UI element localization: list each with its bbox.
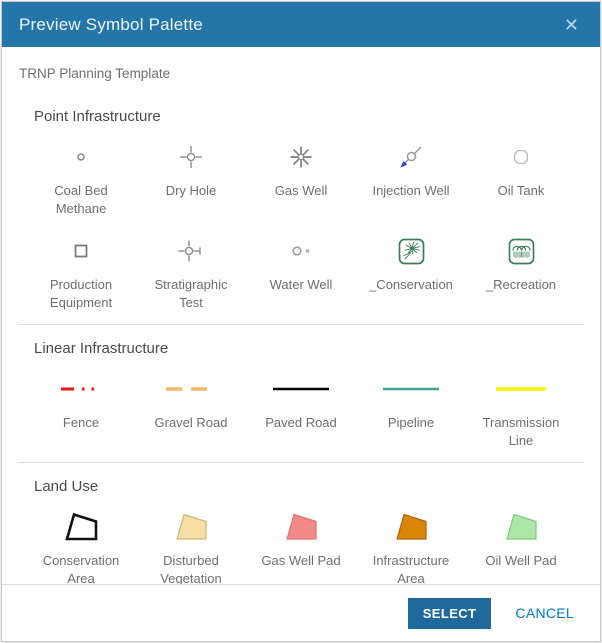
conservation-icon <box>398 231 425 271</box>
palette-item-label: Infrastructure Area <box>363 552 460 584</box>
palette-item-label: Production Equipment <box>33 276 130 311</box>
palette-item-paved-road-line: Paved Road <box>246 361 356 449</box>
palette-item-label: Oil Tank <box>498 182 545 200</box>
symbol-grid: Fence Gravel Road Paved Road Pipeline Transm… <box>26 361 576 449</box>
palette-item-pipeline-line: Pipeline <box>356 361 466 449</box>
palette-item-conservation: _Conservation <box>356 223 466 311</box>
palette-item-oil-tank: Oil Tank <box>466 129 576 217</box>
gas-well-pad-polygon-icon <box>283 507 319 547</box>
palette-item-label: Gravel Road <box>155 414 228 432</box>
symbol-grid: Coal Bed Methane Dry Hole Gas Well Injectio… <box>26 129 576 311</box>
palette-item-label: Transmission Line <box>473 414 570 449</box>
section-title: Land Use <box>18 478 584 495</box>
palette-item-production-equipment: Production Equipment <box>26 223 136 311</box>
palette-item-label: _Conservation <box>369 276 453 294</box>
fence-line-icon <box>57 369 105 409</box>
palette-item-label: Disturbed Vegetation <box>143 552 240 584</box>
production-equipment-icon <box>66 231 96 271</box>
transmission-line-icon <box>492 369 550 409</box>
palette-item-oil-well-pad-polygon: Oil Well Pad <box>466 499 576 584</box>
palette-item-label: Paved Road <box>265 414 337 432</box>
palette-item-label: Fence <box>63 414 99 432</box>
palette-item-label: Injection Well <box>372 182 449 200</box>
pipeline-line-icon <box>379 369 443 409</box>
palette-item-gas-well: Gas Well <box>246 129 356 217</box>
palette-item-recreation: _Recreation <box>466 223 576 311</box>
palette-item-water-well: Water Well <box>246 223 356 311</box>
infrastructure-area-polygon-icon <box>393 507 429 547</box>
injection-well-icon <box>394 137 428 177</box>
palette-item-coal-bed-methane: Coal Bed Methane <box>26 129 136 217</box>
dialog-content: TRNP Planning Template Point Infrastruct… <box>2 47 600 584</box>
palette-item-conservation-area-polygon: Conservation Area <box>26 499 136 584</box>
palette-sections: Point Infrastructure Coal Bed Methane Dry … <box>2 93 600 584</box>
recreation-icon <box>508 231 535 271</box>
palette-item-infrastructure-area-polygon: Infrastructure Area <box>356 499 466 584</box>
section-linear-infrastructure: Linear Infrastructure Fence Gravel Road Pav… <box>18 324 584 462</box>
palette-item-stratigraphic-test: Stratigraphic Test <box>136 223 246 311</box>
palette-item-label: Coal Bed Methane <box>33 182 130 217</box>
oil-well-pad-polygon-icon <box>503 507 539 547</box>
section-point-infrastructure: Point Infrastructure Coal Bed Methane Dry … <box>18 93 584 324</box>
palette-item-label: Gas Well <box>275 182 328 200</box>
dialog-footer: SELECT CANCEL <box>2 584 600 641</box>
palette-item-label: Pipeline <box>388 414 434 432</box>
disturbed-vegetation-polygon-icon <box>173 507 209 547</box>
paved-road-line-icon <box>269 369 333 409</box>
palette-item-disturbed-vegetation-polygon: Disturbed Vegetation <box>136 499 246 584</box>
template-name: TRNP Planning Template <box>2 66 600 81</box>
gas-well-icon <box>286 137 316 177</box>
preview-symbol-palette-dialog: Preview Symbol Palette ✕ TRNP Planning T… <box>1 1 601 642</box>
section-title: Point Infrastructure <box>18 108 584 125</box>
oil-tank-icon <box>506 137 536 177</box>
close-icon[interactable]: ✕ <box>560 14 583 36</box>
palette-item-transmission-line: Transmission Line <box>466 361 576 449</box>
dry-hole-icon <box>176 137 206 177</box>
palette-item-label: _Recreation <box>486 276 556 294</box>
dialog-title: Preview Symbol Palette <box>19 15 203 35</box>
palette-item-label: Gas Well Pad <box>261 552 340 570</box>
palette-item-label: Oil Well Pad <box>485 552 556 570</box>
palette-item-label: Stratigraphic Test <box>143 276 240 311</box>
water-well-icon <box>284 231 318 271</box>
palette-item-label: Dry Hole <box>166 182 217 200</box>
palette-item-injection-well: Injection Well <box>356 129 466 217</box>
gravel-road-line-icon <box>162 369 220 409</box>
section-land-use: Land Use Conservation Area Disturbed Veget… <box>18 462 584 584</box>
palette-item-label: Water Well <box>270 276 333 294</box>
conservation-area-polygon-icon <box>63 507 99 547</box>
palette-item-gravel-road-line: Gravel Road <box>136 361 246 449</box>
palette-item-dry-hole: Dry Hole <box>136 129 246 217</box>
stratigraphic-test-icon <box>175 231 207 271</box>
section-title: Linear Infrastructure <box>18 340 584 357</box>
palette-item-label: Conservation Area <box>33 552 130 584</box>
palette-item-gas-well-pad-polygon: Gas Well Pad <box>246 499 356 584</box>
dialog-header: Preview Symbol Palette ✕ <box>2 2 600 47</box>
coal-bed-methane-icon <box>66 137 96 177</box>
palette-item-fence-line: Fence <box>26 361 136 449</box>
cancel-button[interactable]: CANCEL <box>515 605 574 621</box>
symbol-grid: Conservation Area Disturbed Vegetation Gas… <box>26 499 576 584</box>
select-button[interactable]: SELECT <box>408 598 492 629</box>
